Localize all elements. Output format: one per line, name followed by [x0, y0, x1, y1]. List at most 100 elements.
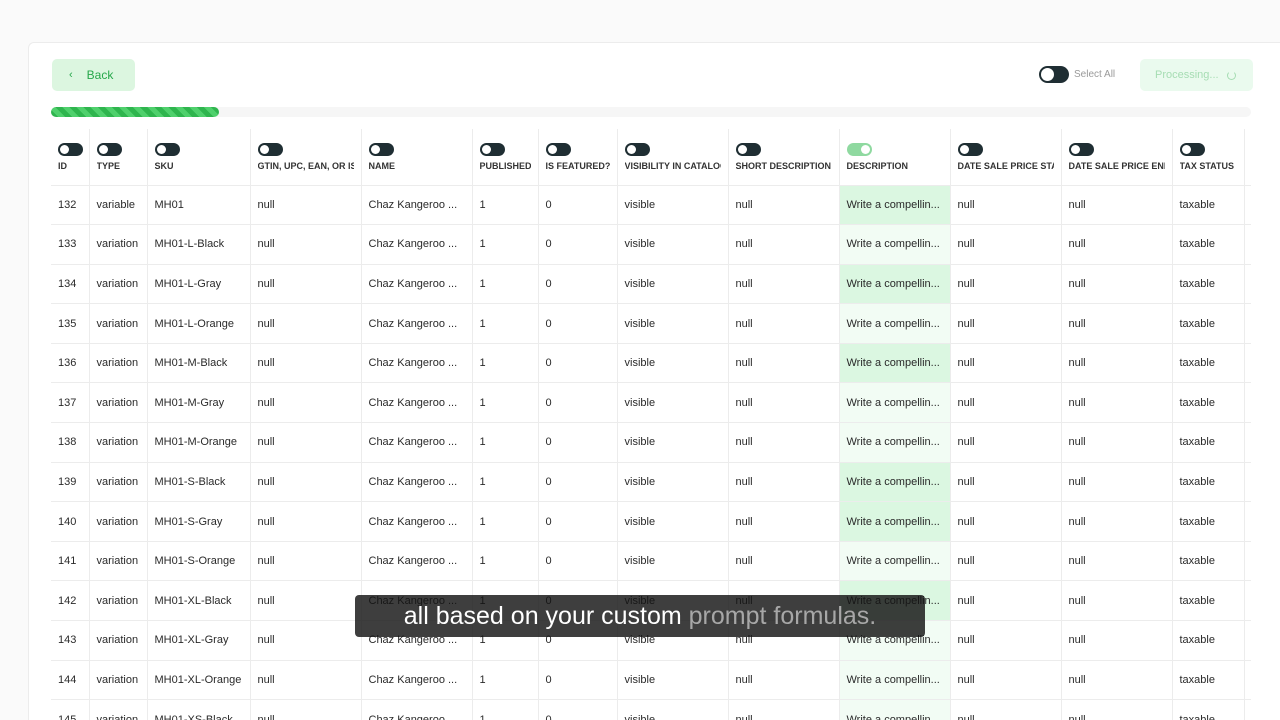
cell-tax_status[interactable]: taxable [1172, 185, 1245, 226]
cell-type[interactable]: variation [89, 462, 148, 503]
table-row[interactable]: 132 variable MH01 null Chaz Kangeroo ... 1 0 vi… [51, 185, 1251, 226]
cell-visibility[interactable]: visible [617, 382, 729, 424]
column-toggle-published[interactable] [479, 143, 505, 156]
cell-visibility[interactable]: visible [617, 541, 729, 582]
cell-sale_end[interactable]: null [1061, 462, 1173, 503]
cell-name[interactable]: Chaz Kangeroo ... [361, 501, 473, 542]
table-row[interactable]: 134 variation MH01-L-Gray null Chaz Kangeroo… [51, 264, 1251, 305]
cell-sale_start[interactable]: null [950, 580, 1062, 622]
table-row[interactable]: 145 variation MH01-XS-Black null Chaz Kanger… [51, 699, 1251, 720]
cell-type[interactable]: variation [89, 422, 148, 463]
cell-type[interactable]: variation [89, 382, 148, 424]
cell-featured[interactable]: 0 [538, 660, 618, 701]
cell-published[interactable]: 1 [472, 541, 539, 582]
table-row[interactable]: 144 variation MH01-XL-Orange null Chaz Kange… [51, 660, 1251, 701]
cell-featured[interactable]: 0 [538, 224, 618, 265]
cell-type[interactable]: variation [89, 224, 148, 265]
cell-description[interactable]: Write a compellin... [839, 224, 951, 265]
cell-gtin[interactable]: null [250, 660, 362, 701]
cell-tax_status[interactable]: taxable [1172, 303, 1245, 344]
cell-tax_class[interactable] [1244, 343, 1251, 384]
cell-sale_start[interactable]: null [950, 501, 1062, 542]
select-all-control[interactable]: Select All [1039, 66, 1115, 83]
cell-type[interactable]: variable [89, 185, 148, 226]
cell-published[interactable]: 1 [472, 264, 539, 305]
cell-sale_start[interactable]: null [950, 264, 1062, 305]
table-row[interactable]: 140 variation MH01-S-Gray null Chaz Kangeroo… [51, 501, 1251, 542]
cell-visibility[interactable]: visible [617, 264, 729, 305]
cell-id[interactable]: 136 [51, 343, 90, 384]
cell-short_desc[interactable]: null [728, 382, 840, 424]
cell-featured[interactable]: 0 [538, 422, 618, 463]
cell-short_desc[interactable]: null [728, 462, 840, 503]
cell-gtin[interactable]: null [250, 224, 362, 265]
cell-sku[interactable]: MH01 [147, 185, 251, 226]
cell-sku[interactable]: MH01-S-Gray [147, 501, 251, 542]
cell-id[interactable]: 135 [51, 303, 90, 344]
cell-id[interactable]: 134 [51, 264, 90, 305]
cell-description[interactable]: Write a compellin... [839, 264, 951, 305]
cell-published[interactable]: 1 [472, 185, 539, 226]
cell-type[interactable]: variation [89, 541, 148, 582]
cell-sku[interactable]: MH01-L-Black [147, 224, 251, 265]
cell-type[interactable]: variation [89, 343, 148, 384]
cell-description[interactable]: Write a compellin... [839, 382, 951, 424]
cell-description[interactable]: Write a compellin... [839, 422, 951, 463]
cell-short_desc[interactable]: null [728, 343, 840, 384]
cell-published[interactable]: 1 [472, 501, 539, 542]
cell-sale_end[interactable]: null [1061, 185, 1173, 226]
cell-sale_start[interactable]: null [950, 422, 1062, 463]
cell-short_desc[interactable]: null [728, 303, 840, 344]
cell-name[interactable]: Chaz Kangeroo ... [361, 343, 473, 384]
cell-sku[interactable]: MH01-S-Orange [147, 541, 251, 582]
cell-visibility[interactable]: visible [617, 422, 729, 463]
column-toggle-sku[interactable] [154, 143, 180, 156]
cell-gtin[interactable]: null [250, 303, 362, 344]
cell-featured[interactable]: 0 [538, 264, 618, 305]
cell-sale_start[interactable]: null [950, 343, 1062, 384]
cell-visibility[interactable]: visible [617, 501, 729, 542]
cell-sale_start[interactable]: null [950, 382, 1062, 424]
table-row[interactable]: 136 variation MH01-M-Black null Chaz Kangero… [51, 343, 1251, 384]
cell-description[interactable]: Write a compellin... [839, 660, 951, 701]
cell-sale_end[interactable]: null [1061, 343, 1173, 384]
table-row[interactable]: 141 variation MH01-S-Orange null Chaz Kanger… [51, 541, 1251, 582]
cell-sale_end[interactable]: null [1061, 580, 1173, 622]
column-toggle-visibility[interactable] [624, 143, 650, 156]
cell-short_desc[interactable]: null [728, 185, 840, 226]
cell-tax_class[interactable] [1244, 382, 1251, 424]
cell-sale_end[interactable]: null [1061, 224, 1173, 265]
cell-description[interactable]: Write a compellin... [839, 501, 951, 542]
cell-sale_start[interactable]: null [950, 541, 1062, 582]
cell-published[interactable]: 1 [472, 660, 539, 701]
cell-sale_end[interactable]: null [1061, 303, 1173, 344]
cell-tax_status[interactable]: taxable [1172, 422, 1245, 463]
cell-description[interactable]: Write a compellin... [839, 541, 951, 582]
cell-tax_class[interactable] [1244, 660, 1251, 701]
back-button[interactable]: ‹ Back [52, 59, 135, 91]
cell-visibility[interactable]: visible [617, 303, 729, 344]
cell-gtin[interactable]: null [250, 501, 362, 542]
cell-tax_class[interactable] [1244, 303, 1251, 344]
cell-tax_status[interactable]: taxable [1172, 462, 1245, 503]
cell-tax_status[interactable]: taxable [1172, 660, 1245, 701]
cell-tax_class[interactable] [1244, 541, 1251, 582]
cell-short_desc[interactable]: null [728, 660, 840, 701]
cell-sale_end[interactable]: null [1061, 699, 1173, 720]
cell-description[interactable]: Write a compellin... [839, 185, 951, 226]
cell-type[interactable]: variation [89, 660, 148, 701]
cell-description[interactable]: Write a compellin... [839, 699, 951, 720]
cell-visibility[interactable]: visible [617, 699, 729, 720]
cell-id[interactable]: 140 [51, 501, 90, 542]
cell-sale_start[interactable]: null [950, 699, 1062, 720]
cell-sale_end[interactable]: null [1061, 264, 1173, 305]
cell-short_desc[interactable]: null [728, 224, 840, 265]
cell-name[interactable]: Chaz Kangeroo ... [361, 382, 473, 424]
cell-gtin[interactable]: null [250, 580, 362, 622]
cell-sale_start[interactable]: null [950, 660, 1062, 701]
cell-visibility[interactable]: visible [617, 185, 729, 226]
cell-sku[interactable]: MH01-M-Black [147, 343, 251, 384]
cell-short_desc[interactable]: null [728, 264, 840, 305]
cell-description[interactable]: Write a compellin... [839, 462, 951, 503]
cell-id[interactable]: 139 [51, 462, 90, 503]
